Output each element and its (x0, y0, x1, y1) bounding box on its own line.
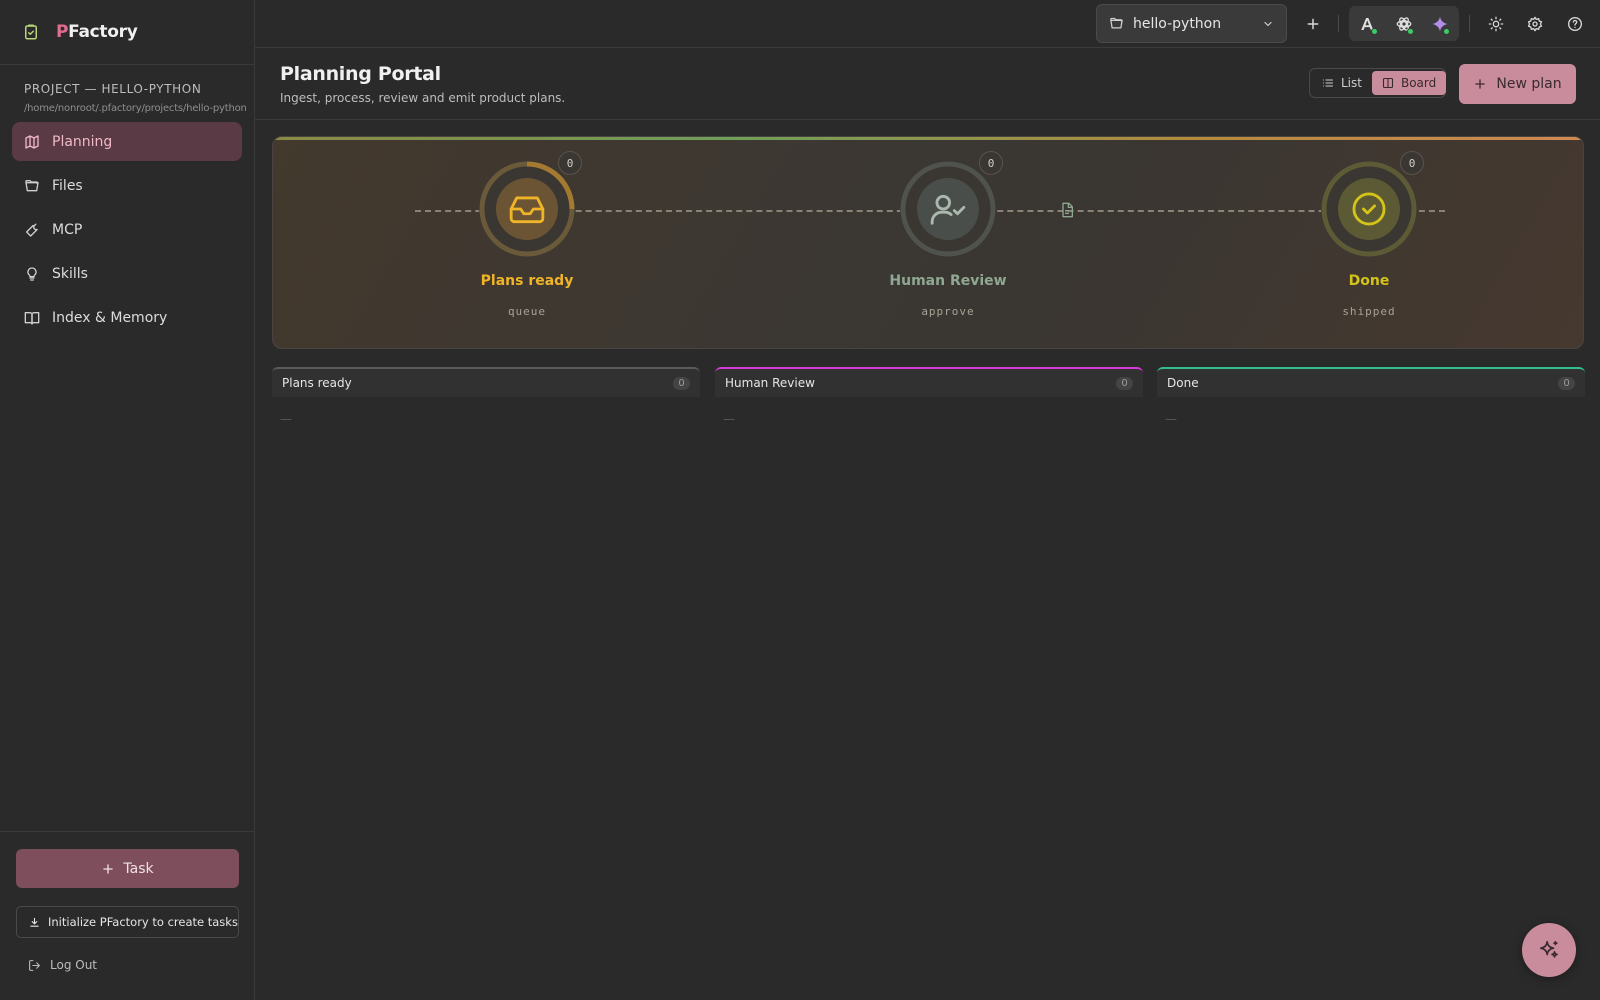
stage-human-review[interactable]: 0 Human Review approve (867, 151, 1027, 341)
stage-icon-circle (917, 178, 979, 240)
page-subtitle: Ingest, process, review and emit product… (280, 91, 566, 105)
board-column-plans-ready: Plans ready 0 — (272, 367, 700, 426)
stage-count-badge: 0 (558, 151, 582, 175)
column-title: Done (1167, 376, 1199, 390)
page-title: Planning Portal (280, 63, 441, 85)
logout-icon (28, 959, 41, 972)
column-count-badge: 0 (1116, 376, 1133, 390)
logout-button[interactable]: Log Out (28, 958, 97, 972)
view-board-label: Board (1400, 76, 1437, 90)
top-bar: hello-python (255, 0, 1600, 48)
column-title: Human Review (725, 376, 815, 390)
logout-label: Log Out (50, 958, 98, 972)
stage-done[interactable]: 0 Done shipped (1288, 151, 1448, 341)
view-list-label: List (1341, 76, 1362, 90)
check-circle-icon (1350, 190, 1388, 228)
sidebar-item-label: Index & Memory (52, 309, 168, 326)
sidebar-item-skills[interactable]: Skills (12, 254, 242, 293)
column-count-badge: 0 (673, 376, 690, 390)
sidebar-item-index-memory[interactable]: Index & Memory (12, 298, 242, 337)
stage-plans-ready[interactable]: 0 Plans ready queue (446, 151, 606, 341)
sidebar-item-label: Planning (52, 133, 113, 150)
status-dot (1371, 28, 1378, 35)
folder-icon (1109, 16, 1124, 31)
pipeline-panel: 0 Plans ready queue 0 Human Review appro… (272, 136, 1584, 349)
project-title: PROJECT — HELLO-PYTHON (24, 82, 202, 96)
status-dot (1407, 28, 1414, 35)
view-toggle: List Board (1309, 68, 1447, 98)
sidebar-nav: Planning Files MCP Skills Index & Memory (0, 122, 254, 337)
ai-assistant-button[interactable] (1522, 923, 1576, 977)
view-list-button[interactable]: List (1312, 71, 1372, 95)
map-icon (24, 134, 40, 150)
wrench-icon (24, 222, 40, 238)
column-header: Plans ready 0 (272, 367, 700, 397)
lightbulb-icon (24, 266, 40, 282)
columns-icon (1382, 77, 1394, 89)
brand-name: PFactory (56, 22, 138, 42)
book-open-icon (24, 310, 40, 326)
column-header: Done 0 (1157, 367, 1585, 397)
clipboard-check-icon (22, 23, 40, 41)
status-dot (1443, 28, 1450, 35)
stage-label: Done (1348, 273, 1390, 289)
sidebar-item-label: Skills (52, 265, 88, 282)
stage-sublabel: approve (921, 305, 975, 318)
brand[interactable]: PFactory (0, 0, 254, 65)
project-select[interactable]: hello-python (1096, 4, 1287, 43)
column-count-badge: 0 (1558, 376, 1575, 390)
add-project-icon[interactable] (1305, 16, 1321, 32)
stage-label: Plans ready (480, 273, 574, 289)
plus-icon (1473, 77, 1487, 91)
stage-icon-circle (1338, 178, 1400, 240)
board-column-human-review: Human Review 0 — (715, 367, 1143, 426)
inbox-icon (508, 190, 546, 228)
stage-label: Human Review (889, 273, 1007, 289)
stage-sublabel: shipped (1342, 305, 1396, 318)
sidebar-item-mcp[interactable]: MCP (12, 210, 242, 249)
project-select-value: hello-python (1133, 15, 1222, 32)
sidebar-footer: Task Initialize PFactory to create tasks… (0, 831, 255, 1000)
sidebar-item-planning[interactable]: Planning (12, 122, 242, 161)
chevron-down-icon (1262, 18, 1274, 30)
sun-icon[interactable] (1488, 16, 1504, 32)
help-icon[interactable] (1567, 16, 1583, 32)
ai-provider-group (1349, 6, 1459, 41)
user-check-icon (929, 190, 967, 228)
download-icon (29, 917, 40, 928)
column-header: Human Review 0 (715, 367, 1143, 397)
page-header: Planning Portal Ingest, process, review … (255, 48, 1600, 120)
column-empty-placeholder: — (723, 412, 735, 426)
divider (1338, 15, 1339, 32)
sidebar: PFactory PROJECT — HELLO-PYTHON /home/no… (0, 0, 255, 1000)
view-board-button[interactable]: Board (1371, 71, 1447, 95)
sidebar-item-label: MCP (52, 221, 83, 238)
plus-icon (101, 862, 115, 876)
new-plan-label: New plan (1496, 76, 1562, 92)
sidebar-item-files[interactable]: Files (12, 166, 242, 205)
sparkles-icon (1538, 939, 1560, 961)
project-path: /home/nonroot/.pfactory/projects/hello-p… (24, 103, 247, 114)
stage-count-badge: 0 (1400, 151, 1424, 175)
new-plan-button[interactable]: New plan (1459, 64, 1576, 104)
initialize-button[interactable]: Initialize PFactory to create tasks (16, 906, 239, 938)
column-empty-placeholder: — (1165, 412, 1177, 426)
sidebar-item-label: Files (52, 177, 83, 194)
stage-icon-circle (496, 178, 558, 240)
list-icon (1322, 77, 1334, 89)
add-task-button[interactable]: Task (16, 849, 239, 888)
pipeline-accent-line (273, 137, 1583, 140)
stage-count-badge: 0 (979, 151, 1003, 175)
divider (1469, 15, 1470, 32)
gear-icon[interactable] (1527, 16, 1543, 32)
stage-sublabel: queue (507, 305, 547, 318)
initialize-button-label: Initialize PFactory to create tasks (48, 915, 238, 929)
folder-open-icon (24, 178, 40, 194)
column-empty-placeholder: — (280, 412, 292, 426)
document-icon (1059, 202, 1075, 218)
board-column-done: Done 0 — (1157, 367, 1585, 426)
task-button-label: Task (123, 860, 154, 877)
project-header: PROJECT — HELLO-PYTHON /home/nonroot/.pf… (0, 65, 254, 114)
column-title: Plans ready (282, 376, 352, 390)
